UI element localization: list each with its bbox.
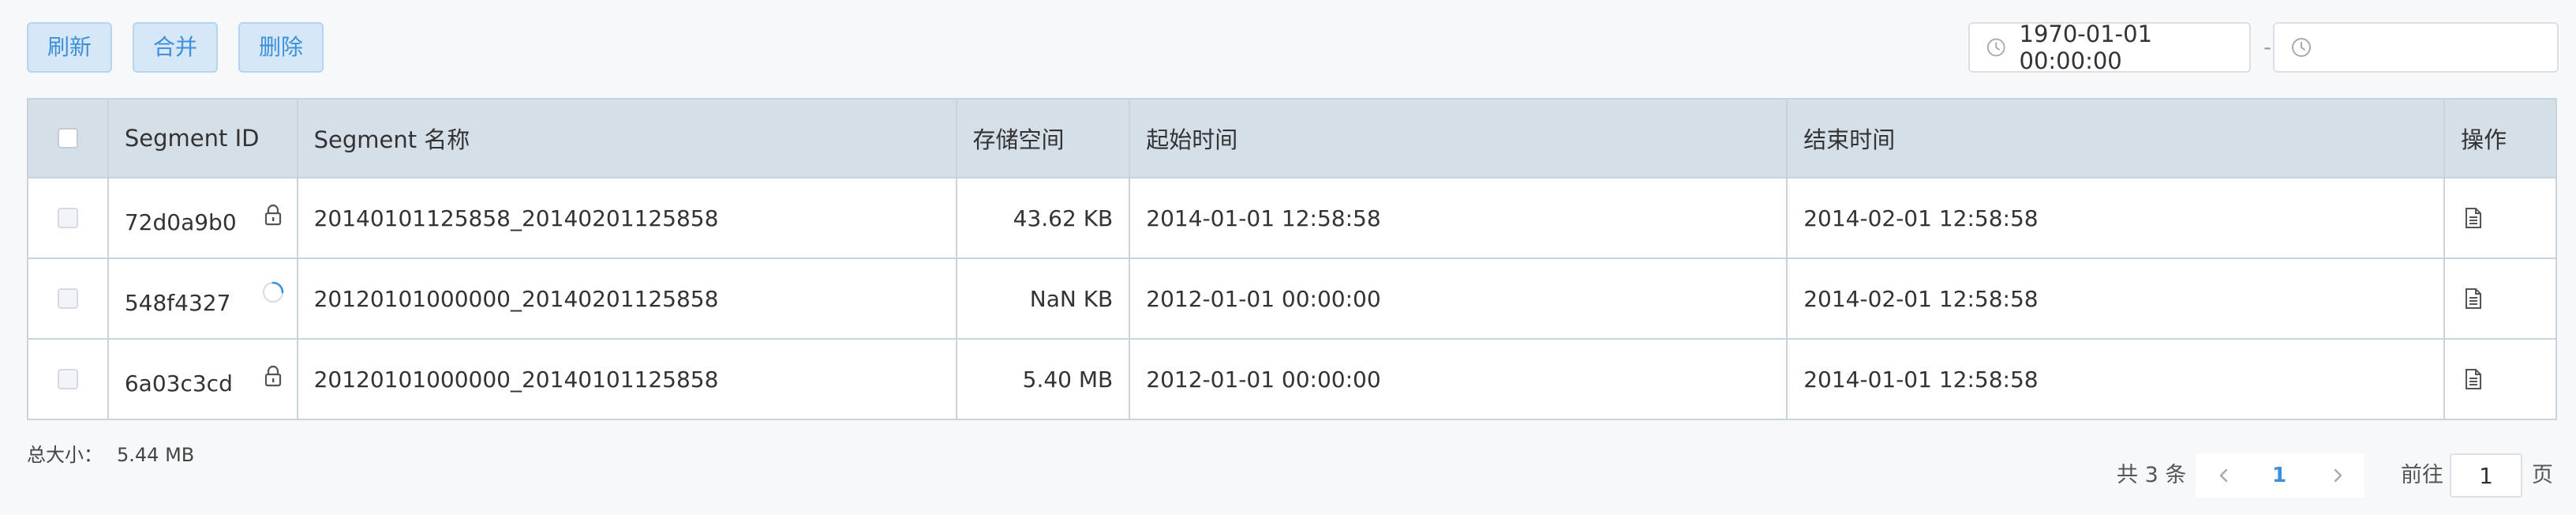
segment-end-time: 2014-02-01 12:58:58 — [1786, 259, 2443, 338]
segment-end-time: 2014-02-01 12:58:58 — [1786, 179, 2443, 258]
clock-icon — [2292, 38, 2311, 57]
actions-cell — [2443, 340, 2555, 419]
pagination: 共 3 条 1 前往 页 — [0, 453, 2576, 498]
segment-start-time: 2012-01-01 00:00:00 — [1129, 259, 1786, 338]
document-icon[interactable] — [2464, 207, 2483, 229]
clock-icon — [1986, 38, 2005, 57]
segment-size: 43.62 KB — [955, 179, 1129, 258]
header-end-time[interactable]: 结束时间 — [1786, 100, 2443, 177]
header-storage-size[interactable]: 存储空间 — [955, 100, 1129, 177]
pagination-total-count: 共 3 条 — [2117, 463, 2187, 487]
row-checkbox-cell — [28, 259, 107, 338]
pagination-controls: 1 — [2196, 453, 2364, 498]
segment-name: 20140101125858_20140201125858 — [296, 179, 956, 258]
chevron-right-icon[interactable] — [2327, 464, 2349, 487]
table-row: 72d0a9b0 20140101125858_20140201125858 4… — [28, 177, 2555, 258]
row-checkbox[interactable] — [57, 208, 78, 228]
row-checkbox-cell — [28, 340, 107, 419]
segment-start-time: 2014-01-01 12:58:58 — [1129, 179, 1786, 258]
segment-id: 548f4327 — [124, 289, 231, 316]
header-start-time[interactable]: 起始时间 — [1129, 100, 1786, 177]
page-number-current[interactable]: 1 — [2263, 453, 2295, 498]
segment-size: 5.40 MB — [955, 340, 1129, 419]
select-all-checkbox[interactable] — [57, 128, 78, 148]
actions-cell — [2443, 259, 2555, 338]
toolbar: 刷新 合并 删除 — [27, 22, 324, 73]
segment-id-cell: 72d0a9b0 — [107, 179, 297, 258]
goto-page-label: 前往 — [2401, 463, 2443, 487]
start-date-input[interactable]: 1970-01-01 00:00:00 — [1968, 21, 2251, 74]
segment-name: 20120101000000_20140101125858 — [296, 340, 956, 419]
end-date-input[interactable] — [2273, 22, 2559, 73]
segment-size: NaN KB — [955, 259, 1129, 338]
chevron-left-icon[interactable] — [2213, 464, 2235, 487]
document-icon[interactable] — [2464, 368, 2483, 390]
refresh-button[interactable]: 刷新 — [27, 22, 113, 73]
segment-start-time: 2012-01-01 00:00:00 — [1129, 340, 1786, 419]
header-actions: 操作 — [2443, 100, 2555, 177]
start-date-value: 1970-01-01 00:00:00 — [2019, 21, 2153, 74]
row-checkbox[interactable] — [57, 369, 78, 389]
table-row: 548f4327 20120101000000_20140201125858 N… — [28, 258, 2555, 338]
segment-id-cell: 548f4327 — [107, 259, 297, 338]
segment-id-cell: 6a03c3cd — [107, 340, 297, 419]
merge-button[interactable]: 合并 — [133, 22, 219, 73]
lock-icon — [264, 365, 281, 387]
header-segment-id[interactable]: Segment ID — [107, 100, 297, 177]
segment-id: 72d0a9b0 — [124, 209, 237, 235]
loading-spinner-icon — [262, 281, 283, 303]
table-header-row: Segment ID Segment 名称 存储空间 起始时间 结束时间 操作 — [28, 100, 2555, 177]
actions-cell — [2443, 179, 2555, 258]
header-checkbox-cell — [28, 100, 107, 177]
goto-page-input[interactable] — [2450, 453, 2522, 498]
delete-button[interactable]: 删除 — [238, 22, 324, 73]
document-icon[interactable] — [2464, 288, 2483, 310]
lock-icon — [264, 204, 281, 226]
segment-id: 6a03c3cd — [124, 370, 233, 397]
row-checkbox-cell — [28, 179, 107, 258]
segment-end-time: 2014-01-01 12:58:58 — [1786, 340, 2443, 419]
goto-page-suffix: 页 — [2532, 463, 2553, 487]
table-row: 6a03c3cd 20120101000000_20140101125858 5… — [28, 338, 2555, 419]
segment-table: Segment ID Segment 名称 存储空间 起始时间 结束时间 操作 … — [27, 98, 2557, 420]
segment-name: 20120101000000_20140201125858 — [296, 259, 956, 338]
row-checkbox[interactable] — [57, 288, 78, 309]
header-segment-name[interactable]: Segment 名称 — [296, 100, 956, 177]
